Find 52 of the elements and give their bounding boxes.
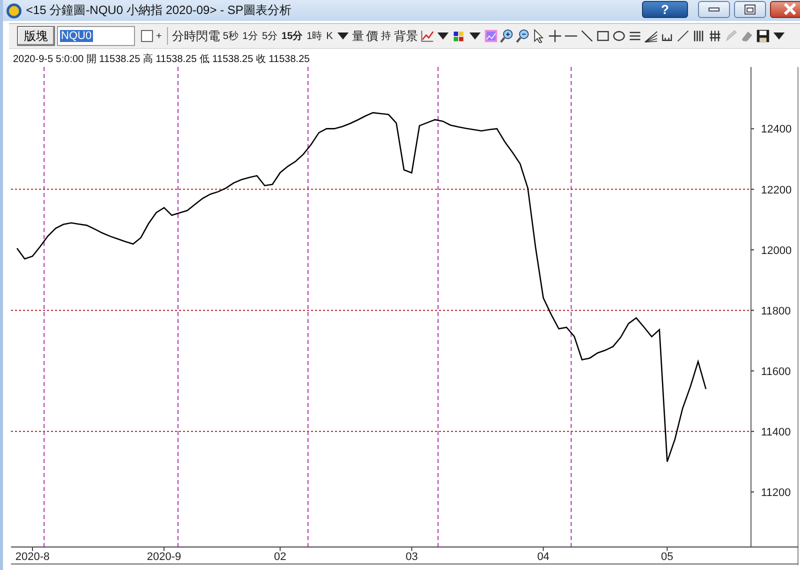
y-axis-label: 12400 xyxy=(761,124,792,136)
y-axis-label: 12200 xyxy=(761,184,792,196)
zoom-out-icon[interactable] xyxy=(516,29,530,43)
ellipse-icon[interactable] xyxy=(612,29,626,43)
volume-button[interactable]: 量 xyxy=(352,28,364,44)
hold-button[interactable]: 持 xyxy=(380,29,392,43)
y-axis-label: 11600 xyxy=(761,366,791,378)
palette-icon[interactable] xyxy=(452,29,466,43)
interval-button[interactable]: 分時閃電 xyxy=(172,28,220,44)
interval-button[interactable]: 5分 xyxy=(260,29,279,43)
interval-button[interactable]: 1時 xyxy=(306,29,324,43)
parallel-lines-icon[interactable] xyxy=(628,29,642,43)
interval-button[interactable]: 5秒 xyxy=(222,29,240,43)
zoom-in-icon[interactable] xyxy=(500,29,514,43)
layout-button[interactable]: 版塊 xyxy=(17,26,55,46)
pointer-icon[interactable] xyxy=(532,29,546,43)
symbol-field[interactable]: NQU0 xyxy=(57,26,135,46)
x-axis-label: 2020-8 xyxy=(15,551,50,563)
x-axis-label: 05 xyxy=(661,551,674,563)
crosshair-icon[interactable] xyxy=(548,29,562,43)
vertical-bars-icon[interactable] xyxy=(692,29,706,43)
app-logo-icon xyxy=(6,2,22,18)
minimize-button[interactable] xyxy=(698,0,730,18)
add-button[interactable]: + xyxy=(155,30,163,42)
line-chart-icon[interactable] xyxy=(420,29,434,43)
price-button[interactable]: 價 xyxy=(366,28,378,44)
x-axis-label: 2020-9 xyxy=(146,551,182,563)
rectangle-icon[interactable] xyxy=(596,29,610,43)
y-axis-label: 11200 xyxy=(761,486,791,499)
background-button[interactable]: 背景 xyxy=(394,28,418,44)
maximize-icon xyxy=(743,4,757,14)
interval-button[interactable]: K xyxy=(325,30,334,42)
y-axis-label: 11400 xyxy=(761,426,791,438)
x-axis-label: 03 xyxy=(406,551,418,563)
x-axis-label: 02 xyxy=(274,551,286,563)
grid-icon[interactable] xyxy=(708,29,722,43)
slash-line-icon[interactable] xyxy=(676,29,690,43)
close-icon xyxy=(783,3,797,15)
interval-button[interactable]: 1分 xyxy=(241,29,259,43)
x-axis-label: 04 xyxy=(537,551,550,563)
close-button[interactable] xyxy=(770,0,800,18)
save-icon[interactable] xyxy=(756,29,770,43)
y-axis-label: 11800 xyxy=(761,305,791,318)
interval-button[interactable]: 15分 xyxy=(280,29,304,43)
checkbox[interactable] xyxy=(141,30,153,42)
window-title: <15 分鐘圖-NQU0 小納指 2020-09> - SP圖表分析 xyxy=(26,2,292,19)
maximize-button[interactable] xyxy=(734,0,766,18)
quote-line: 2020-9-5 5:0:00 開 11538.25 高 11538.25 低 11538.25 收 11538.25 xyxy=(13,52,310,66)
y-axis-label: 12000 xyxy=(761,244,792,257)
diagonal-line-icon[interactable] xyxy=(580,29,594,43)
fan-lines-icon[interactable] xyxy=(644,29,658,43)
help-button[interactable]: ? xyxy=(642,0,688,18)
